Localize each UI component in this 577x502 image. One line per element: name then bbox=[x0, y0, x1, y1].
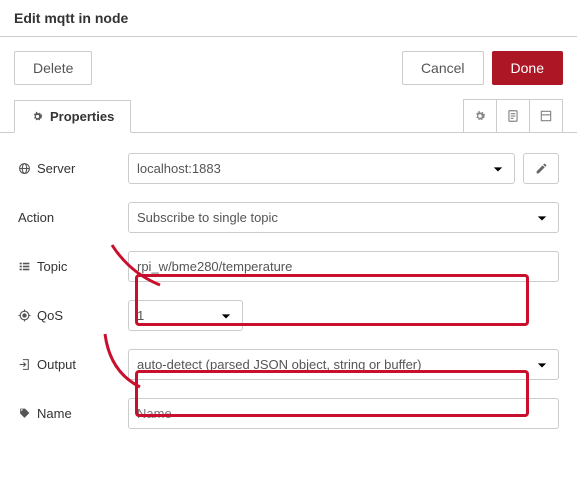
row-server: Server localhost:1883 bbox=[18, 153, 559, 184]
document-icon bbox=[506, 109, 520, 123]
tab-properties-label: Properties bbox=[50, 109, 114, 124]
row-action: Action Subscribe to single topic bbox=[18, 202, 559, 233]
row-name: Name bbox=[18, 398, 559, 429]
label-qos: QoS bbox=[18, 308, 128, 323]
label-server: Server bbox=[18, 161, 128, 176]
list-icon bbox=[18, 260, 31, 273]
row-qos: QoS 1 bbox=[18, 300, 559, 331]
output-icon bbox=[18, 358, 31, 371]
tab-expand-button[interactable] bbox=[529, 99, 563, 133]
name-input[interactable] bbox=[128, 398, 559, 429]
topic-input[interactable] bbox=[128, 251, 559, 282]
tab-document-button[interactable] bbox=[496, 99, 530, 133]
qos-select[interactable]: 1 bbox=[128, 300, 243, 331]
cancel-button[interactable]: Cancel bbox=[402, 51, 484, 85]
target-icon bbox=[18, 309, 31, 322]
label-action: Action bbox=[18, 210, 128, 225]
label-output: Output bbox=[18, 357, 128, 372]
expand-icon bbox=[539, 109, 553, 123]
output-select[interactable]: auto-detect (parsed JSON object, string … bbox=[128, 349, 559, 380]
delete-button[interactable]: Delete bbox=[14, 51, 92, 85]
tab-settings-button[interactable] bbox=[463, 99, 497, 133]
tab-properties[interactable]: Properties bbox=[14, 100, 131, 133]
dialog-header: Edit mqtt in node bbox=[0, 0, 577, 37]
done-button[interactable]: Done bbox=[492, 51, 563, 85]
action-select[interactable]: Subscribe to single topic bbox=[128, 202, 559, 233]
form: Server localhost:1883 Action Subscribe t… bbox=[0, 133, 577, 467]
server-select[interactable]: localhost:1883 bbox=[128, 153, 515, 184]
edit-server-button[interactable] bbox=[523, 153, 559, 184]
row-topic: Topic bbox=[18, 251, 559, 282]
gear-icon bbox=[473, 109, 487, 123]
label-name: Name bbox=[18, 406, 128, 421]
row-output: Output auto-detect (parsed JSON object, … bbox=[18, 349, 559, 380]
gear-icon bbox=[31, 110, 44, 123]
button-row: Delete Cancel Done bbox=[0, 37, 577, 99]
dialog-title: Edit mqtt in node bbox=[14, 10, 128, 26]
globe-icon bbox=[18, 162, 31, 175]
label-topic: Topic bbox=[18, 259, 128, 274]
pencil-icon bbox=[535, 162, 548, 175]
tag-icon bbox=[18, 407, 31, 420]
tabs-row: Properties bbox=[0, 99, 577, 133]
